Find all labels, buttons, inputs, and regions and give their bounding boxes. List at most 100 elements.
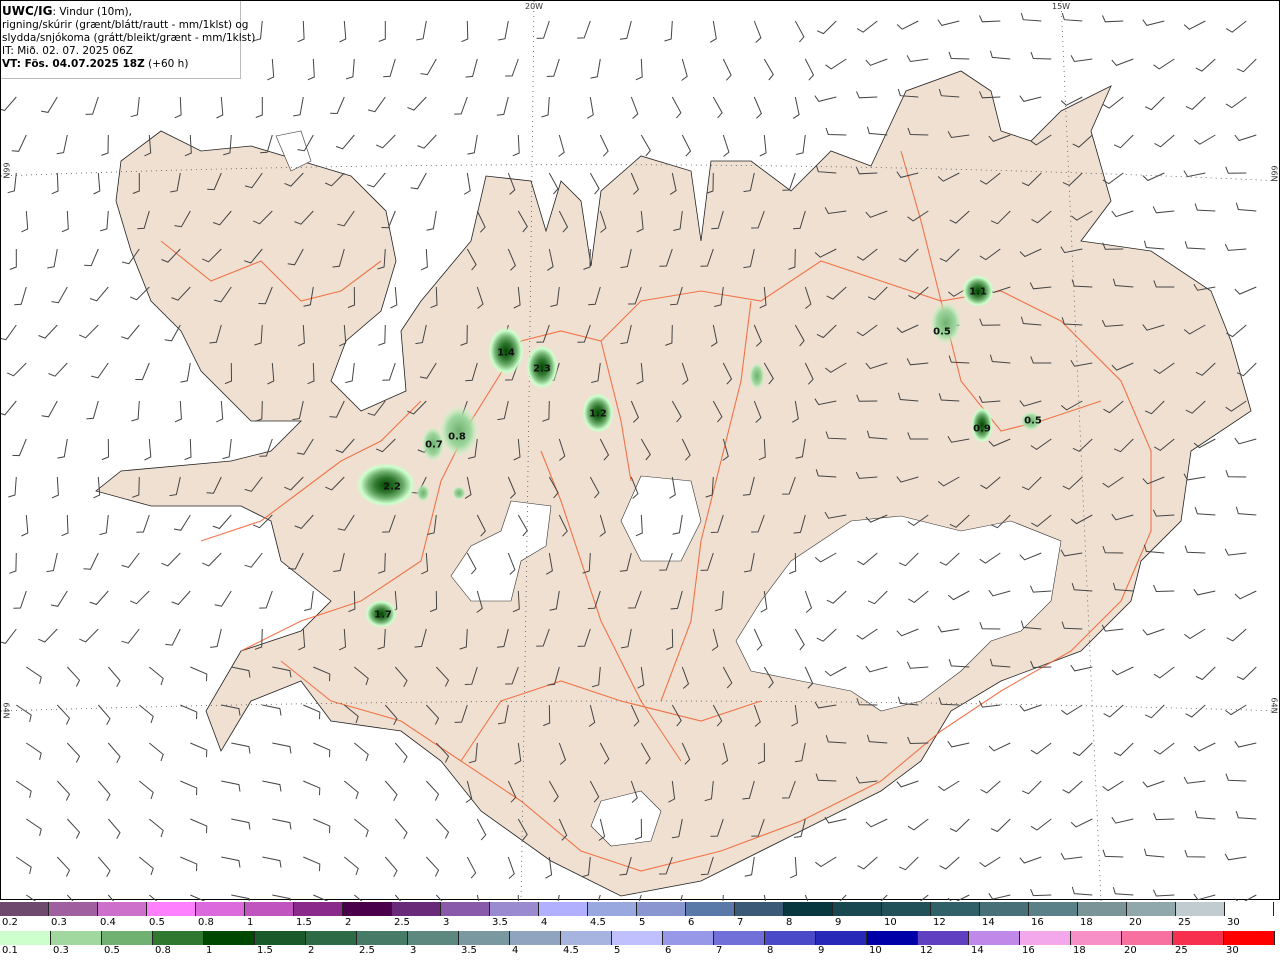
legend-swatch <box>204 931 255 945</box>
precip-value-label: 1.7 <box>374 609 392 621</box>
legend-swatch <box>306 931 357 945</box>
wind-barb <box>1070 664 1093 672</box>
legend-label: 6 <box>688 917 695 928</box>
legend-swatch <box>867 931 918 945</box>
wind-barb <box>1184 849 1206 858</box>
legend-label: 18 <box>1073 945 1086 956</box>
wind-barb <box>262 780 282 792</box>
wind-barb <box>1021 780 1042 795</box>
wind-barb <box>1102 780 1124 792</box>
wind-barb <box>26 742 42 761</box>
wind-barb <box>763 894 766 901</box>
wind-barb <box>557 894 560 901</box>
legend-swatch <box>147 902 196 916</box>
wind-barb <box>353 818 369 838</box>
wind-barb <box>753 20 762 43</box>
wind-barb <box>97 780 111 802</box>
wind-barb <box>8 476 17 498</box>
wind-barb <box>121 628 140 644</box>
wind-barb <box>382 362 396 381</box>
wind-barb <box>1193 742 1216 752</box>
wind-barb <box>1102 15 1124 23</box>
wind-barb <box>1184 545 1206 554</box>
wind-barb <box>231 818 251 830</box>
wind-barb <box>664 20 673 42</box>
wind-barb <box>375 134 396 149</box>
product-name: UWC/IG <box>2 4 53 18</box>
wind-barb <box>353 742 369 762</box>
legend-label: 0.4 <box>100 917 116 928</box>
legend-swatch <box>459 931 510 945</box>
wind-barb <box>1142 628 1165 636</box>
product-desc-rain: rigning/skúrir (grænt/blátt/rautt - mm/1… <box>2 19 249 31</box>
legend-swatch <box>441 902 490 916</box>
wind-barb <box>13 590 27 609</box>
legend-label: 2.5 <box>359 945 375 956</box>
wind-barb <box>816 20 837 35</box>
wind-barb <box>56 134 68 155</box>
wind-barb <box>26 666 42 685</box>
legend-swatch <box>765 931 816 945</box>
wind-barb <box>259 590 273 609</box>
legend-label: 0.8 <box>198 917 214 928</box>
wind-barb <box>680 894 683 901</box>
legend-label: 0.3 <box>51 917 67 928</box>
wind-barb <box>466 856 477 879</box>
wind-barb <box>138 704 154 724</box>
precip-area <box>416 484 430 502</box>
legend-label: 30 <box>1226 945 1239 956</box>
wind-barb <box>221 856 241 868</box>
wind-barb <box>272 818 292 830</box>
wind-barb <box>66 894 74 901</box>
wind-barb <box>410 172 427 190</box>
wind-barb <box>1152 889 1175 897</box>
wind-barb <box>1030 742 1052 755</box>
wind-barb <box>589 172 600 195</box>
legend-label: 2 <box>345 917 352 928</box>
legend-swatch <box>510 931 561 945</box>
legend-label: 12 <box>920 945 933 956</box>
wind-barb <box>61 210 69 233</box>
wind-barb <box>866 126 888 136</box>
wind-barb <box>947 894 970 901</box>
wind-barb <box>101 438 110 461</box>
legend-swatch <box>1224 931 1275 945</box>
wind-barb <box>789 856 798 879</box>
wind-barb <box>101 134 109 156</box>
wind-barb <box>420 248 428 271</box>
wind-barb <box>99 514 109 536</box>
wind-barb <box>794 20 805 43</box>
precip-value-label: 2.3 <box>533 363 551 375</box>
wind-barb <box>517 894 519 901</box>
lat-label-66n-left: 66N <box>1 162 11 179</box>
wind-barb <box>586 96 594 119</box>
wind-barb <box>41 96 58 113</box>
wind-barb <box>1142 172 1165 182</box>
wind-barb <box>1195 666 1216 681</box>
wind-barb <box>1 400 17 416</box>
wind-barb <box>948 51 970 60</box>
wind-barb <box>1019 95 1042 102</box>
wind-barb <box>86 400 99 420</box>
wind-barb <box>630 96 639 119</box>
wind-barb <box>1142 19 1165 26</box>
legend-label: 9 <box>818 945 825 956</box>
wind-barb <box>1072 742 1093 757</box>
wind-barb <box>1234 894 1257 901</box>
wind-barb <box>66 818 81 839</box>
wind-barb <box>722 134 730 157</box>
wind-barb <box>425 856 440 877</box>
wind-barb <box>1153 742 1175 755</box>
legend-label: 3 <box>443 917 450 928</box>
lead-time: (+60 h) <box>144 58 189 70</box>
precip-value-label: 0.8 <box>448 431 466 443</box>
wind-barb <box>898 856 919 871</box>
lat-label-64n-left: 64N <box>1 702 11 719</box>
wind-barb <box>61 514 69 537</box>
product-desc: : Vindur (10m), <box>52 6 132 18</box>
wind-barb <box>51 172 59 195</box>
legend-swatch <box>98 902 147 916</box>
legend-label: 14 <box>971 945 984 956</box>
wind-barb <box>498 20 509 41</box>
wind-barb <box>221 780 241 792</box>
